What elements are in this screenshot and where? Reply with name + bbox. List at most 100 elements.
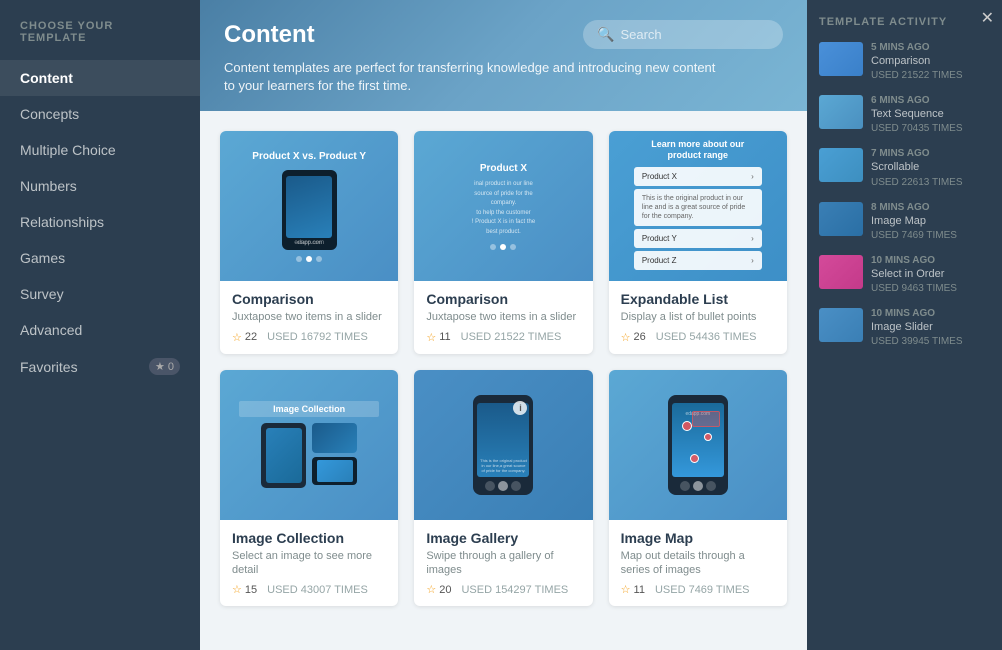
template-name: Image Map xyxy=(621,530,775,546)
template-thumb-image-collection: Image Collection xyxy=(220,370,398,520)
template-info-comparison-1: Comparison Juxtapose two items in a slid… xyxy=(220,281,398,353)
template-name: Image Gallery xyxy=(426,530,580,546)
sidebar-item-label: Favorites xyxy=(20,359,78,375)
activity-item-1[interactable]: 5 MINS AGO Comparison USED 21522 TIMES xyxy=(819,42,990,81)
sidebar-item-relationships[interactable]: Relationships xyxy=(0,204,200,240)
template-desc: Swipe through a gallery of images xyxy=(426,549,580,578)
image-collection-preview: Image Collection xyxy=(239,401,379,488)
used-times: USED 7469 TIMES xyxy=(655,584,750,596)
main-header: Content 🔍 Content templates are perfect … xyxy=(200,0,807,111)
template-info-image-map: Image Map Map out details through a seri… xyxy=(609,520,787,607)
sidebar-item-favorites[interactable]: Favorites ★ 0 xyxy=(0,348,200,385)
activity-info-1: 5 MINS AGO Comparison USED 21522 TIMES xyxy=(871,42,990,81)
template-card-expandable-list[interactable]: Learn more about our product range Produ… xyxy=(609,131,787,353)
star-icon: ☆ xyxy=(621,331,631,344)
activity-time-2: 6 MINS AGO xyxy=(871,95,990,106)
template-meta: ☆ 11 USED 21522 TIMES xyxy=(426,331,580,344)
activity-used-6: USED 39945 TIMES xyxy=(871,336,990,347)
used-times: USED 54436 TIMES xyxy=(656,331,757,343)
sidebar-item-label: Advanced xyxy=(20,322,82,338)
activity-info-3: 7 MINS AGO Scrollable USED 22613 TIMES xyxy=(871,148,990,187)
template-meta: ☆ 22 USED 16792 TIMES xyxy=(232,331,386,344)
activity-thumb-image-map xyxy=(819,202,863,236)
sidebar-item-concepts[interactable]: Concepts xyxy=(0,96,200,132)
template-card-image-map[interactable]: edapp.com xyxy=(609,370,787,607)
favorites-star-icon: ★ xyxy=(155,360,165,373)
template-card-image-collection[interactable]: Image Collection xyxy=(220,370,398,607)
used-times: USED 43007 TIMES xyxy=(267,584,368,596)
activity-thumb-select-in-order xyxy=(819,255,863,289)
template-thumb-expandable: Learn more about our product range Produ… xyxy=(609,131,787,281)
sidebar-item-content[interactable]: Content xyxy=(0,60,200,96)
activity-info-5: 10 MINS AGO Select in Order USED 9463 TI… xyxy=(871,255,990,294)
image-collection-title-bar: Image Collection xyxy=(239,401,379,417)
expandable-row-3: Product Y › xyxy=(634,229,762,248)
activity-item-3[interactable]: 7 MINS AGO Scrollable USED 22613 TIMES xyxy=(819,148,990,187)
activity-item-2[interactable]: 6 MINS AGO Text Sequence USED 70435 TIME… xyxy=(819,95,990,134)
activity-panel: TEMPLATE ACTIVITY 5 MINS AGO Comparison … xyxy=(807,0,1002,650)
template-card-comparison-2[interactable]: Product X inal product in our linesource… xyxy=(414,131,592,353)
template-info-image-gallery: Image Gallery Swipe through a gallery of… xyxy=(414,520,592,607)
gallery-screen-text: This is the original product in our line… xyxy=(479,458,527,473)
template-thumb-comparison-1: Product X vs. Product Y edapp.com xyxy=(220,131,398,281)
activity-name-6: Image Slider xyxy=(871,321,990,334)
sidebar-item-multiple-choice[interactable]: Multiple Choice xyxy=(0,132,200,168)
star-rating: ☆ 20 xyxy=(426,583,451,596)
activity-name-3: Scrollable xyxy=(871,161,990,174)
template-name: Image Collection xyxy=(232,530,386,546)
star-icon: ☆ xyxy=(426,331,436,344)
modal-wrapper: ✕ CHOOSE YOUR TEMPLATE Content Concepts … xyxy=(0,0,1002,650)
search-input[interactable] xyxy=(620,27,769,42)
activity-info-2: 6 MINS AGO Text Sequence USED 70435 TIME… xyxy=(871,95,990,134)
activity-used-2: USED 70435 TIMES xyxy=(871,123,990,134)
activity-thumb-comparison xyxy=(819,42,863,76)
activity-item-4[interactable]: 8 MINS AGO Image Map USED 7469 TIMES xyxy=(819,202,990,241)
star-rating: ☆ 15 xyxy=(232,583,257,596)
star-rating: ☆ 22 xyxy=(232,331,257,344)
activity-name-1: Comparison xyxy=(871,55,990,68)
map-phone: edapp.com xyxy=(668,395,728,495)
activity-time-5: 10 MINS AGO xyxy=(871,255,990,266)
star-rating: ☆ 26 xyxy=(621,331,646,344)
used-times: USED 16792 TIMES xyxy=(267,331,368,343)
template-info-image-collection: Image Collection Select an image to see … xyxy=(220,520,398,607)
used-times: USED 154297 TIMES xyxy=(461,584,568,596)
activity-info-4: 8 MINS AGO Image Map USED 7469 TIMES xyxy=(871,202,990,241)
close-button[interactable]: ✕ xyxy=(981,8,994,28)
template-info-comparison-2: Comparison Juxtapose two items in a slid… xyxy=(414,281,592,353)
activity-panel-title: TEMPLATE ACTIVITY xyxy=(819,16,990,28)
sidebar-item-numbers[interactable]: Numbers xyxy=(0,168,200,204)
sidebar-item-advanced[interactable]: Advanced xyxy=(0,312,200,348)
activity-item-5[interactable]: 10 MINS AGO Select in Order USED 9463 TI… xyxy=(819,255,990,294)
search-icon: 🔍 xyxy=(597,26,614,43)
rating-number: 26 xyxy=(634,331,646,343)
activity-time-1: 5 MINS AGO xyxy=(871,42,990,53)
activity-used-4: USED 7469 TIMES xyxy=(871,230,990,241)
activity-thumb-image-slider xyxy=(819,308,863,342)
template-name: Expandable List xyxy=(621,291,775,307)
templates-grid-container: Product X vs. Product Y edapp.com xyxy=(200,111,807,650)
template-card-comparison-1[interactable]: Product X vs. Product Y edapp.com xyxy=(220,131,398,353)
template-card-image-gallery[interactable]: This is the original product in our line… xyxy=(414,370,592,607)
activity-item-6[interactable]: 10 MINS AGO Image Slider USED 39945 TIME… xyxy=(819,308,990,347)
activity-used-3: USED 22613 TIMES xyxy=(871,177,990,188)
sidebar-item-games[interactable]: Games xyxy=(0,240,200,276)
sidebar-item-label: Relationships xyxy=(20,214,104,230)
sidebar-item-label: Multiple Choice xyxy=(20,142,116,158)
activity-name-2: Text Sequence xyxy=(871,108,990,121)
template-meta: ☆ 20 USED 154297 TIMES xyxy=(426,583,580,596)
templates-grid: Product X vs. Product Y edapp.com xyxy=(220,131,787,606)
template-meta: ☆ 26 USED 54436 TIMES xyxy=(621,331,775,344)
favorites-badge: ★ 0 xyxy=(149,358,180,375)
rating-number: 22 xyxy=(245,331,257,343)
template-meta: ☆ 11 USED 7469 TIMES xyxy=(621,583,775,596)
star-rating: ☆ 11 xyxy=(426,331,450,344)
search-bar[interactable]: 🔍 xyxy=(583,20,783,49)
activity-used-1: USED 21522 TIMES xyxy=(871,70,990,81)
image-collection-phone-screen-1 xyxy=(266,428,302,483)
sidebar-item-survey[interactable]: Survey xyxy=(0,276,200,312)
template-desc: Juxtapose two items in a slider xyxy=(426,310,580,324)
gallery-preview: This is the original product in our line… xyxy=(473,395,533,495)
map-screen: edapp.com xyxy=(672,403,724,477)
star-icon: ☆ xyxy=(232,583,242,596)
